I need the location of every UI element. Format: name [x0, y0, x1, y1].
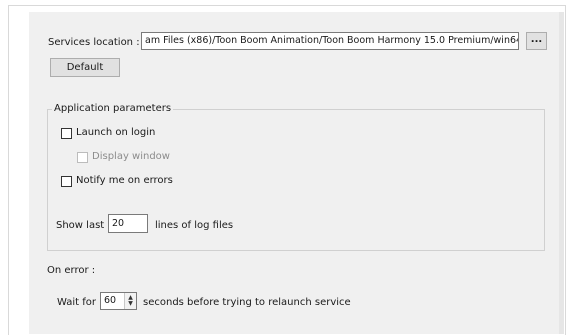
scrollbar-track[interactable]	[559, 12, 564, 334]
relaunch-delay-spinbox[interactable]: 60 ▲ ▼	[100, 292, 137, 310]
services-location-value: am Files (x86)/Toon Boom Animation/Toon …	[145, 35, 519, 46]
notify-on-errors-label[interactable]: Notify me on errors	[76, 175, 173, 186]
browse-button[interactable]: ...	[526, 32, 547, 50]
application-parameters-group: Application parameters Launch on login D…	[47, 103, 545, 251]
spinbox-arrows[interactable]: ▲ ▼	[124, 293, 136, 309]
down-arrow-icon[interactable]: ▼	[128, 301, 133, 307]
launch-on-login-label[interactable]: Launch on login	[76, 127, 155, 138]
wait-for-label: Wait for	[57, 297, 97, 308]
show-last-suffix-label: lines of log files	[155, 220, 234, 231]
services-location-label: Services location :	[48, 37, 140, 48]
notify-on-errors-checkbox[interactable]	[61, 176, 72, 187]
log-lines-input[interactable]: 20	[108, 214, 148, 233]
launch-on-login-checkbox[interactable]	[61, 128, 72, 139]
display-window-label[interactable]: Display window	[92, 151, 170, 162]
display-window-checkbox[interactable]	[77, 152, 88, 163]
on-error-label: On error :	[47, 265, 96, 276]
settings-panel: Services location : am Files (x86)/Toon …	[29, 12, 559, 334]
relaunch-delay-value: 60	[104, 295, 117, 306]
show-last-prefix-label: Show last	[56, 220, 105, 231]
log-lines-value: 20	[112, 218, 125, 229]
wait-suffix-label: seconds before trying to relaunch servic…	[143, 297, 351, 308]
application-parameters-title: Application parameters	[52, 103, 174, 115]
services-location-input[interactable]: am Files (x86)/Toon Boom Animation/Toon …	[141, 32, 519, 50]
default-button[interactable]: Default	[50, 58, 120, 77]
